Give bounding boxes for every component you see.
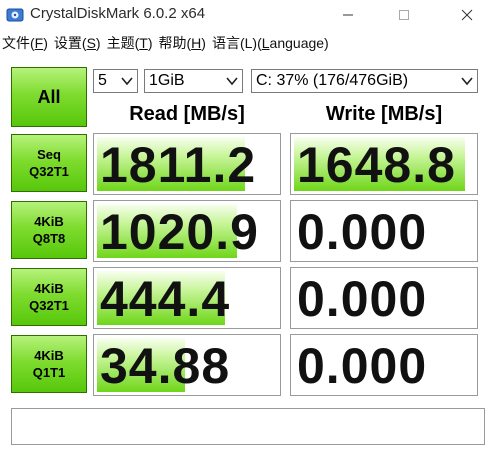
row-label-line1: 4KiB <box>34 214 64 229</box>
menu-theme-accel: T <box>139 35 148 51</box>
write-value: 0.000 <box>297 338 428 394</box>
menu-settings-accel: S <box>86 35 96 51</box>
test-size-value: 1GiB <box>149 72 185 89</box>
4kib-q8t8-write-cell: 0.000 <box>290 200 478 262</box>
4kib-q8t8-read-cell: 1020.9 <box>93 200 281 262</box>
row-label-line1: 4KiB <box>34 281 64 296</box>
menu-settings-label-end: ) <box>95 35 101 51</box>
all-button-label: All <box>37 86 61 107</box>
menu-file[interactable]: 文件(F) <box>2 33 54 53</box>
4kib-q32t1-read-cell: 444.4 <box>93 267 281 329</box>
test-count-value: 5 <box>98 72 107 89</box>
menu-language-label-end: anguage) <box>269 35 329 51</box>
menu-language-accel: L <box>261 35 270 51</box>
window-title: CrystalDiskMark 6.0.2 x64 <box>30 5 206 22</box>
read-header: Read [MB/s] <box>129 103 245 125</box>
read-value: 1811.2 <box>100 137 257 193</box>
seq-q32t1-write-cell: 1648.8 <box>290 133 478 195</box>
menu-bar: 文件(F) 设置(S) 主题(T) 帮助(H) 语言(L)(Language) <box>0 30 494 56</box>
menu-help-label-end: ) <box>201 35 206 51</box>
row-label-line2: Q1T1 <box>32 365 66 380</box>
row-label-line1: 4KiB <box>34 348 64 363</box>
maximize-button[interactable] <box>381 0 427 30</box>
4kib-q8t8-button[interactable]: 4KiB Q8T8 <box>11 201 87 259</box>
4kib-q32t1-button[interactable]: 4KiB Q32T1 <box>11 268 87 326</box>
maximize-icon <box>399 10 409 20</box>
read-value: 34.88 <box>100 338 231 394</box>
menu-help[interactable]: 帮助(H) <box>159 33 212 53</box>
write-value: 0.000 <box>297 271 428 327</box>
chevron-down-icon <box>461 77 473 86</box>
comment-input[interactable] <box>11 408 485 445</box>
menu-theme-label-end: ) <box>147 35 153 51</box>
menu-file-label-end: ) <box>43 35 48 51</box>
title-bar: CrystalDiskMark 6.0.2 x64 <box>0 0 494 30</box>
minimize-button[interactable] <box>325 0 371 30</box>
menu-file-accel: F <box>34 35 44 51</box>
seq-q32t1-read-cell: 1811.2 <box>93 133 281 195</box>
close-button[interactable] <box>444 0 490 30</box>
drive-value: C: 37% (176/476GiB) <box>256 72 409 89</box>
menu-help-accel: H <box>191 35 202 51</box>
test-size-select[interactable]: 1GiB <box>144 69 243 93</box>
row-label-line1: Seq <box>37 147 61 162</box>
seq-q32t1-button[interactable]: Seq Q32T1 <box>11 134 87 192</box>
menu-file-label: 文件( <box>2 35 35 51</box>
4kib-q1t1-button[interactable]: 4KiB Q1T1 <box>11 335 87 393</box>
close-icon <box>461 9 473 21</box>
row-label-line2: Q32T1 <box>29 164 69 179</box>
read-value: 444.4 <box>100 271 231 327</box>
minimize-icon <box>343 14 353 16</box>
menu-theme[interactable]: 主题(T) <box>107 33 159 53</box>
chevron-down-icon <box>121 77 133 86</box>
drive-select[interactable]: C: 37% (176/476GiB) <box>251 69 478 93</box>
menu-settings-label: 设置( <box>53 35 87 51</box>
test-count-select[interactable]: 5 <box>93 69 138 93</box>
chevron-down-icon <box>226 77 238 86</box>
read-value: 1020.9 <box>100 204 259 260</box>
menu-language[interactable]: 语言(L)(Language) <box>212 33 335 53</box>
write-value: 1648.8 <box>297 137 456 193</box>
row-label-line2: Q32T1 <box>29 298 69 313</box>
4kib-q32t1-write-cell: 0.000 <box>290 267 478 329</box>
row-label-line2: Q8T8 <box>32 231 66 246</box>
menu-help-label: 帮助( <box>158 35 192 51</box>
menu-theme-label: 主题( <box>106 35 140 51</box>
write-header: Write [MB/s] <box>325 103 443 125</box>
app-disk-icon <box>6 8 24 22</box>
all-button[interactable]: All <box>11 67 87 127</box>
write-value: 0.000 <box>297 204 428 260</box>
4kib-q1t1-write-cell: 0.000 <box>290 334 478 396</box>
menu-language-label: 语言(L)( <box>211 35 262 51</box>
4kib-q1t1-read-cell: 34.88 <box>93 334 281 396</box>
menu-settings[interactable]: 设置(S) <box>54 33 107 53</box>
